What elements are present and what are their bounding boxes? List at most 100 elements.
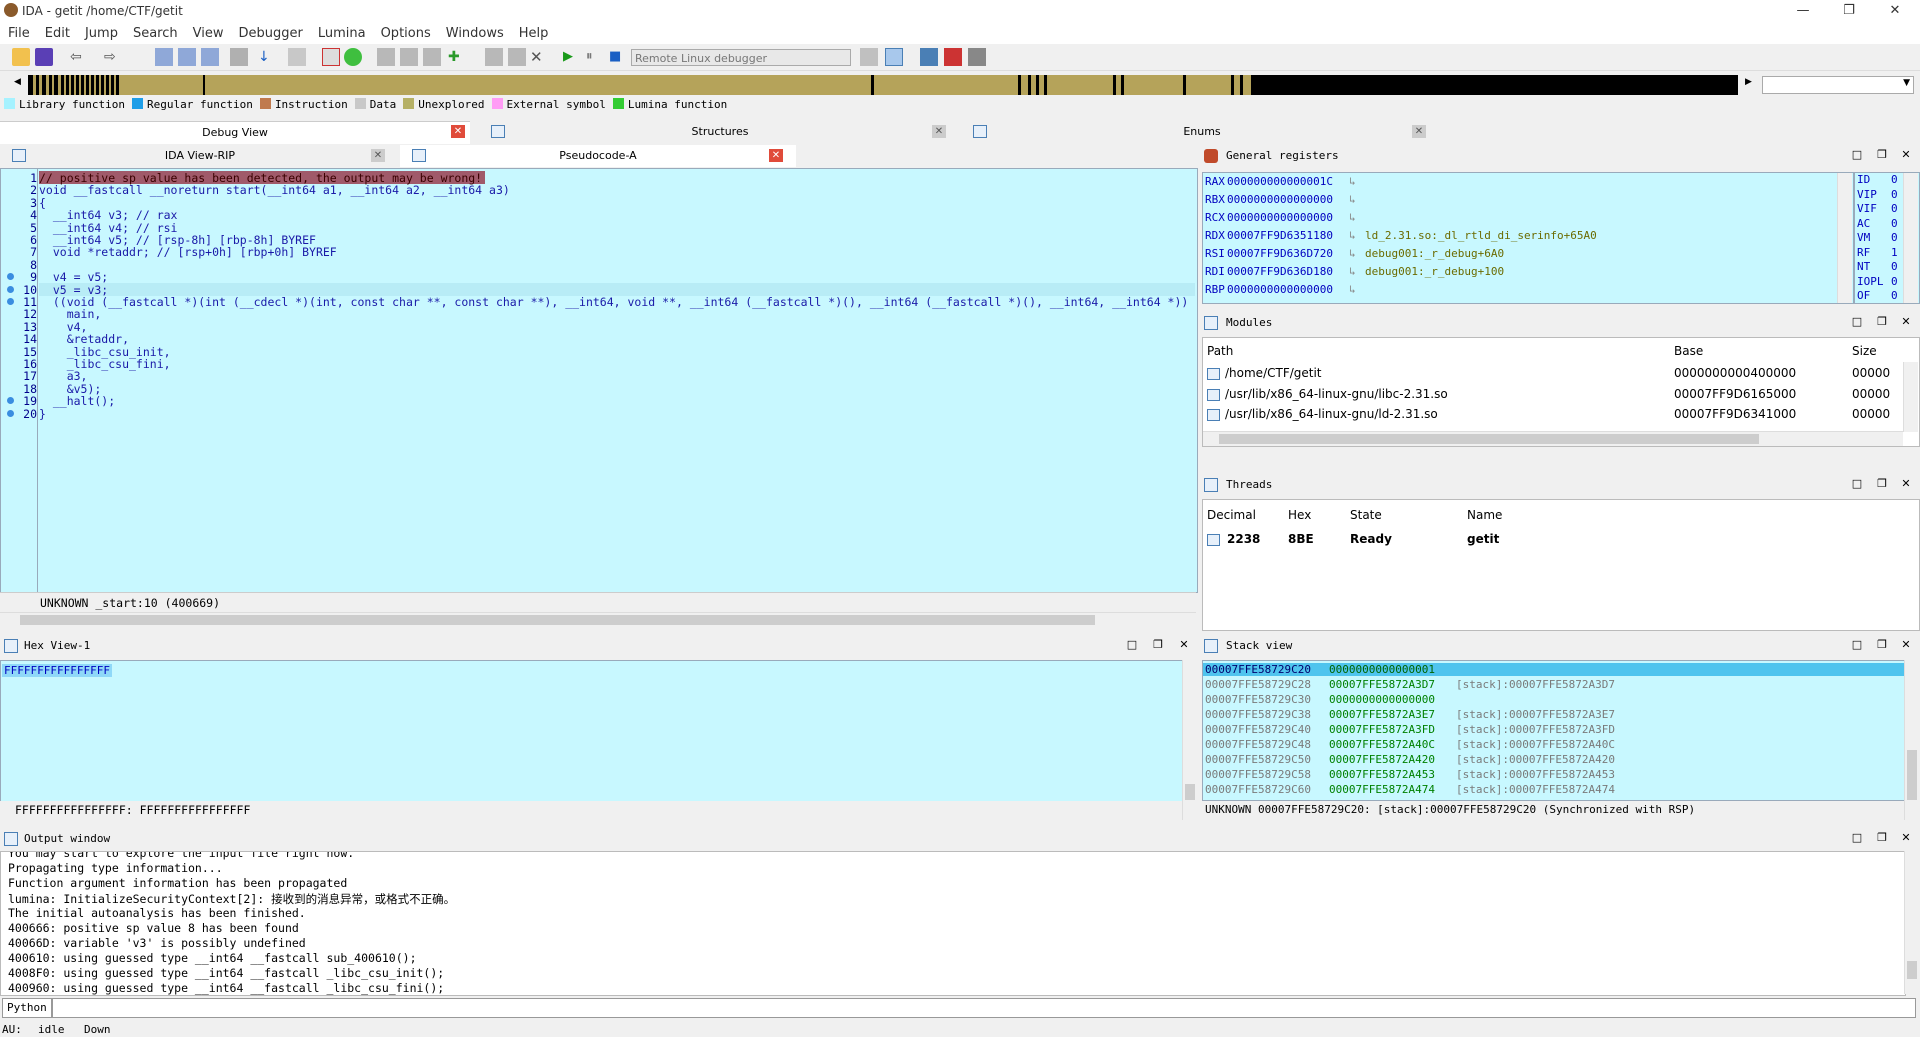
- flag-value[interactable]: 0: [1891, 188, 1898, 201]
- code-line[interactable]: __halt();: [39, 394, 115, 408]
- jump-arrow-icon[interactable]: ↳: [1349, 283, 1356, 296]
- stack-value[interactable]: 00007FFE5872A3E7: [1329, 708, 1435, 721]
- panel-restore-icon[interactable]: ❐: [1875, 831, 1889, 845]
- settings-icon[interactable]: [968, 48, 986, 66]
- close-tab-icon[interactable]: ✕: [932, 125, 946, 138]
- flag-value[interactable]: 0: [1891, 173, 1898, 186]
- flag-value[interactable]: 0: [1891, 231, 1898, 244]
- jump-arrow-icon[interactable]: ↳: [1349, 247, 1356, 260]
- save-icon[interactable]: [35, 48, 53, 66]
- module-base[interactable]: 00007FF9D6341000: [1674, 407, 1796, 421]
- menu-search[interactable]: Search: [125, 22, 185, 41]
- column-header[interactable]: State: [1350, 508, 1382, 522]
- paste-icon[interactable]: [178, 48, 196, 66]
- panel-restore-icon[interactable]: ❐: [1875, 638, 1889, 652]
- code-line[interactable]: ((void (__fastcall *)(int (__cdecl *)(in…: [39, 295, 1188, 309]
- panel-restore-icon[interactable]: ❐: [1151, 638, 1165, 652]
- jump-down-icon[interactable]: ↓: [258, 48, 276, 66]
- jump-arrow-icon[interactable]: ↳: [1349, 175, 1356, 188]
- flag-value[interactable]: 0: [1891, 275, 1898, 288]
- panel-float-icon[interactable]: □: [1850, 477, 1864, 491]
- close-tab-icon[interactable]: ✕: [451, 125, 465, 138]
- flag-value[interactable]: 1: [1891, 246, 1898, 259]
- terminate-process-icon[interactable]: ■: [609, 48, 627, 66]
- register-label[interactable]: ld_2.31.so:_dl_rtld_di_serinfo+65A0: [1365, 229, 1597, 242]
- code-icon[interactable]: [377, 48, 395, 66]
- panel-close-icon[interactable]: ✕: [1177, 638, 1191, 652]
- close-tab-icon[interactable]: ✕: [1412, 125, 1426, 138]
- hexview-line[interactable]: FFFFFFFFFFFFFFFF: [2, 664, 112, 677]
- panel-float-icon[interactable]: □: [1850, 638, 1864, 652]
- thread-hex[interactable]: 8BE: [1288, 532, 1314, 546]
- panel-float-icon[interactable]: □: [1850, 831, 1864, 845]
- flag-value[interactable]: 0: [1891, 260, 1898, 273]
- panel-float-icon[interactable]: □: [1125, 638, 1139, 652]
- stack-comment[interactable]: [stack]:00007FFE5872A420: [1456, 753, 1615, 766]
- registers-list[interactable]: RAX 000000000000001C ↳ RBX 0000000000000000 ↳…: [1202, 172, 1854, 304]
- close-tab-icon[interactable]: ✕: [371, 149, 385, 162]
- menu-jump[interactable]: Jump: [77, 22, 125, 41]
- panel-close-icon[interactable]: ✕: [1899, 477, 1913, 491]
- module-size[interactable]: 00000: [1852, 366, 1890, 380]
- column-header[interactable]: Size: [1852, 344, 1877, 358]
- lumina-icon[interactable]: [344, 48, 362, 66]
- search-binary-icon[interactable]: [201, 48, 219, 66]
- column-header[interactable]: Hex: [1288, 508, 1311, 522]
- hexview-content[interactable]: FFFFFFFFFFFFFFFF: [0, 660, 1184, 802]
- nav-combo[interactable]: ▼: [1762, 76, 1914, 94]
- stack-value[interactable]: 00007FFE5872A3D7: [1329, 678, 1435, 691]
- menu-options[interactable]: Options: [373, 22, 438, 41]
- graph-icon[interactable]: [322, 48, 340, 66]
- stack-value[interactable]: 00007FFE5872A40C: [1329, 738, 1435, 751]
- menu-windows[interactable]: Windows: [438, 22, 511, 41]
- flag-value[interactable]: 0: [1891, 217, 1898, 230]
- jump-arrow-icon[interactable]: ↳: [1349, 211, 1356, 224]
- command-input[interactable]: [52, 998, 1916, 1018]
- pseudocode-view[interactable]: 1// positive sp value has been detected,…: [0, 168, 1198, 593]
- stack-address[interactable]: 00007FFE58729C28: [1205, 678, 1311, 691]
- panel-restore-icon[interactable]: ❐: [1875, 477, 1889, 491]
- breakpoint-dot-icon[interactable]: [7, 298, 14, 305]
- column-header[interactable]: Path: [1207, 344, 1233, 358]
- copy-icon[interactable]: [155, 48, 173, 66]
- pseudocode-hscrollbar[interactable]: [0, 612, 1196, 627]
- start-process-icon[interactable]: ▶: [563, 48, 581, 66]
- stack-address[interactable]: 00007FFE58729C30: [1205, 693, 1311, 706]
- hide-icon[interactable]: [508, 48, 526, 66]
- panel-close-icon[interactable]: ✕: [1899, 638, 1913, 652]
- panel-close-icon[interactable]: ✕: [1899, 831, 1913, 845]
- pause-process-icon[interactable]: ⏸: [586, 48, 604, 66]
- modules-hscrollbar[interactable]: [1203, 431, 1903, 446]
- menu-view[interactable]: View: [185, 22, 231, 41]
- modules-table[interactable]: Path Base Size/home/CTF/getit 0000000000400…: [1202, 337, 1920, 447]
- register-value[interactable]: 00007FF9D6351180: [1227, 229, 1333, 242]
- register-value[interactable]: 00007FF9D636D720: [1227, 247, 1333, 260]
- register-value[interactable]: 000000000000001C: [1227, 175, 1333, 188]
- code-line[interactable]: }: [39, 407, 46, 421]
- undefine-icon[interactable]: ✕: [530, 48, 548, 66]
- stack-comment[interactable]: [stack]:00007FFE5872A40C: [1456, 738, 1615, 751]
- output-vscrollbar[interactable]: [1904, 851, 1919, 994]
- flags-vscrollbar[interactable]: [1903, 173, 1918, 303]
- menu-debugger[interactable]: Debugger: [230, 22, 309, 41]
- menu-file[interactable]: File: [0, 22, 37, 41]
- python-button[interactable]: Python: [2, 998, 52, 1018]
- column-header[interactable]: Name: [1467, 508, 1502, 522]
- thread-state[interactable]: Ready: [1350, 532, 1392, 546]
- tab-structures[interactable]: Structures: [510, 121, 930, 143]
- code-line[interactable]: void *retaddr; // [rsp+0h] [rbp+0h] BYRE…: [39, 245, 337, 259]
- flags-list[interactable]: ID 0 VIP 0 VIF 0 AC 0 VM 0 RF 1 NT 0 IOPL 0 OF 0: [1854, 172, 1920, 304]
- panel-restore-icon[interactable]: ❐: [1875, 148, 1889, 162]
- debugger-select[interactable]: Remote Linux debugger: [631, 49, 851, 66]
- minimize-button[interactable]: —: [1780, 0, 1826, 22]
- navigation-strip[interactable]: [28, 75, 1738, 95]
- module-path[interactable]: /home/CTF/getit: [1225, 366, 1322, 380]
- stack-address[interactable]: 00007FFE58729C58: [1205, 768, 1311, 781]
- open-file-icon[interactable]: [12, 48, 30, 66]
- step-into-icon[interactable]: [860, 48, 878, 66]
- close-tab-icon[interactable]: ✕: [769, 149, 783, 162]
- stack-value[interactable]: 0000000000000000: [1329, 693, 1435, 706]
- tab-enums[interactable]: Enums: [992, 121, 1412, 143]
- panel-close-icon[interactable]: ✕: [1899, 315, 1913, 329]
- jump-arrow-icon[interactable]: ↳: [1349, 265, 1356, 278]
